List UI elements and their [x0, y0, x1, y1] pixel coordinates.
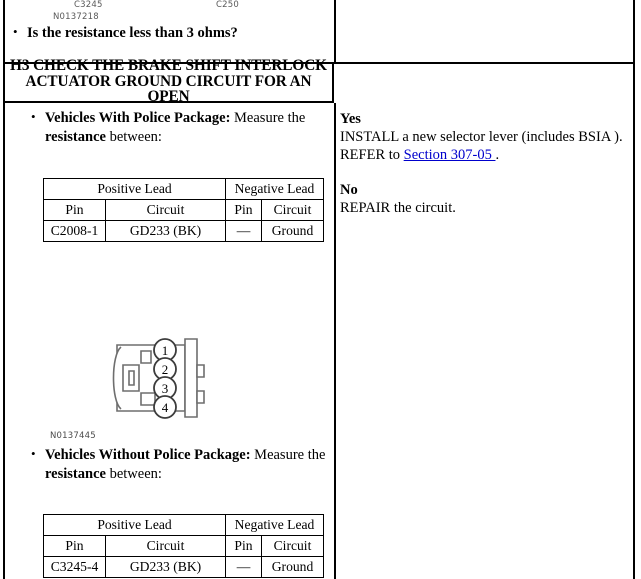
cell-positive-pin: C3245-4	[43, 556, 106, 578]
connector-label-c250: C250	[216, 0, 239, 10]
connector-pin-2-label: 2	[162, 362, 169, 377]
step-header-cell: H3 CHECK THE BRAKE SHIFT INTERLOCK ACTUA…	[5, 57, 334, 105]
table-group-header-row: Positive Lead Negative Lead	[43, 514, 324, 536]
result-yes-label: Yes	[340, 111, 361, 127]
table-column-header-row: Pin Circuit Pin Circuit	[43, 199, 324, 221]
instruction-lead-in-police: Vehicles With Police Package:	[45, 110, 231, 126]
instruction-text-non-police-after: between:	[105, 466, 162, 483]
column-header-positive-pin: Pin	[43, 535, 106, 557]
instruction-text-police-after: between:	[105, 129, 162, 146]
cell-negative-circuit: Ground	[261, 220, 324, 242]
instruction-text-non-police-before: Measure the	[250, 447, 326, 463]
instruction-emphasis-non-police: resistance	[45, 466, 106, 483]
result-yes-refer-suffix: .	[495, 146, 500, 163]
previous-step-question-item: Is the resistance less than 3 ohms?	[5, 23, 334, 43]
instruction-non-police-package: Vehicles Without Police Package: Measure…	[23, 445, 328, 484]
figure-caption-n0137445: N0137445	[50, 431, 96, 441]
list-item: Vehicles With Police Package: Measure th…	[23, 108, 323, 147]
result-no-block: No REPAIR the circuit.	[340, 182, 633, 218]
previous-step-left-cell: C3245 C250 N0137218 Is the resistance le…	[5, 0, 334, 62]
result-no-line-1: REPAIR the circuit.	[340, 199, 456, 216]
table-group-header-row: Positive Lead Negative Lead	[43, 178, 324, 200]
result-yes-block: Yes INSTALL a new selector lever (includ…	[340, 111, 633, 165]
column-header-negative-pin: Pin	[225, 535, 262, 557]
group-header-positive-lead: Positive Lead	[43, 514, 226, 536]
connector-pin-3-label: 3	[162, 381, 169, 396]
column-header-negative-pin: Pin	[225, 199, 262, 221]
step-body-left-cell: Vehicles With Police Package: Measure th…	[5, 103, 334, 579]
cell-positive-pin: C2008-1	[43, 220, 106, 242]
table-row: C2008-1 GD233 (BK) — Ground	[43, 220, 324, 242]
table-row: C3245-4 GD233 (BK) — Ground	[43, 556, 324, 578]
cell-positive-circuit: GD233 (BK)	[105, 556, 226, 578]
instruction-emphasis-police: resistance	[45, 129, 106, 146]
column-header-negative-circuit: Circuit	[261, 535, 324, 557]
step-header-right-cell	[334, 62, 633, 103]
column-header-positive-circuit: Circuit	[105, 199, 226, 221]
cell-negative-pin: —	[225, 220, 262, 242]
cell-negative-circuit: Ground	[261, 556, 324, 578]
previous-step-right-cell	[334, 0, 633, 62]
column-header-negative-circuit: Circuit	[261, 199, 324, 221]
connector-icon: 1 2 3 4	[112, 338, 205, 419]
column-header-positive-pin: Pin	[43, 199, 106, 221]
section-307-05-link[interactable]: Section 307-05	[404, 147, 496, 163]
connector-pin-4-label: 4	[162, 400, 169, 415]
instruction-lead-in-non-police: Vehicles Without Police Package:	[45, 447, 251, 463]
result-yes-line-1: INSTALL a new selector lever (includes B…	[340, 128, 623, 145]
diagnostic-page: C3245 C250 N0137218 Is the resistance le…	[3, 0, 635, 579]
step-body-row: Vehicles With Police Package: Measure th…	[5, 103, 633, 579]
group-header-positive-lead: Positive Lead	[43, 178, 226, 200]
instruction-police-package: Vehicles With Police Package: Measure th…	[23, 108, 323, 147]
cell-negative-pin: —	[225, 556, 262, 578]
previous-step-question-text: Is the resistance less than 3 ohms?	[27, 25, 238, 41]
figure-id-caption: N0137218	[53, 12, 99, 22]
connector-diagram: 1 2 3 4	[105, 325, 209, 429]
result-yes-line-2: REFER to Section 307-05 .	[340, 147, 633, 165]
column-header-positive-circuit: Circuit	[105, 535, 226, 557]
measurement-table-police: Positive Lead Negative Lead Pin Circuit …	[43, 178, 324, 242]
step-results-cell: Yes INSTALL a new selector lever (includ…	[334, 103, 633, 579]
previous-step-row: C3245 C250 N0137218 Is the resistance le…	[5, 0, 633, 64]
step-header-row: H3 CHECK THE BRAKE SHIFT INTERLOCK ACTUA…	[5, 57, 633, 105]
step-title: H3 CHECK THE BRAKE SHIFT INTERLOCK ACTUA…	[10, 56, 327, 106]
connector-label-c3245: C3245	[74, 0, 103, 10]
group-header-negative-lead: Negative Lead	[225, 514, 324, 536]
instruction-text-police-before: Measure the	[230, 110, 306, 126]
previous-step-figure-labels: C3245 C250 N0137218	[5, 0, 334, 24]
cell-positive-circuit: GD233 (BK)	[105, 220, 226, 242]
result-no-label: No	[340, 181, 358, 198]
connector-pin-1-label: 1	[162, 343, 169, 358]
previous-step-bullet-list: Is the resistance less than 3 ohms?	[5, 23, 334, 43]
list-item: Vehicles Without Police Package: Measure…	[23, 445, 328, 484]
results-spacer	[340, 165, 633, 182]
group-header-negative-lead: Negative Lead	[225, 178, 324, 200]
result-yes-refer-prefix: REFER to	[340, 146, 404, 163]
measurement-table-non-police: Positive Lead Negative Lead Pin Circuit …	[43, 514, 324, 578]
table-column-header-row: Pin Circuit Pin Circuit	[43, 535, 324, 557]
